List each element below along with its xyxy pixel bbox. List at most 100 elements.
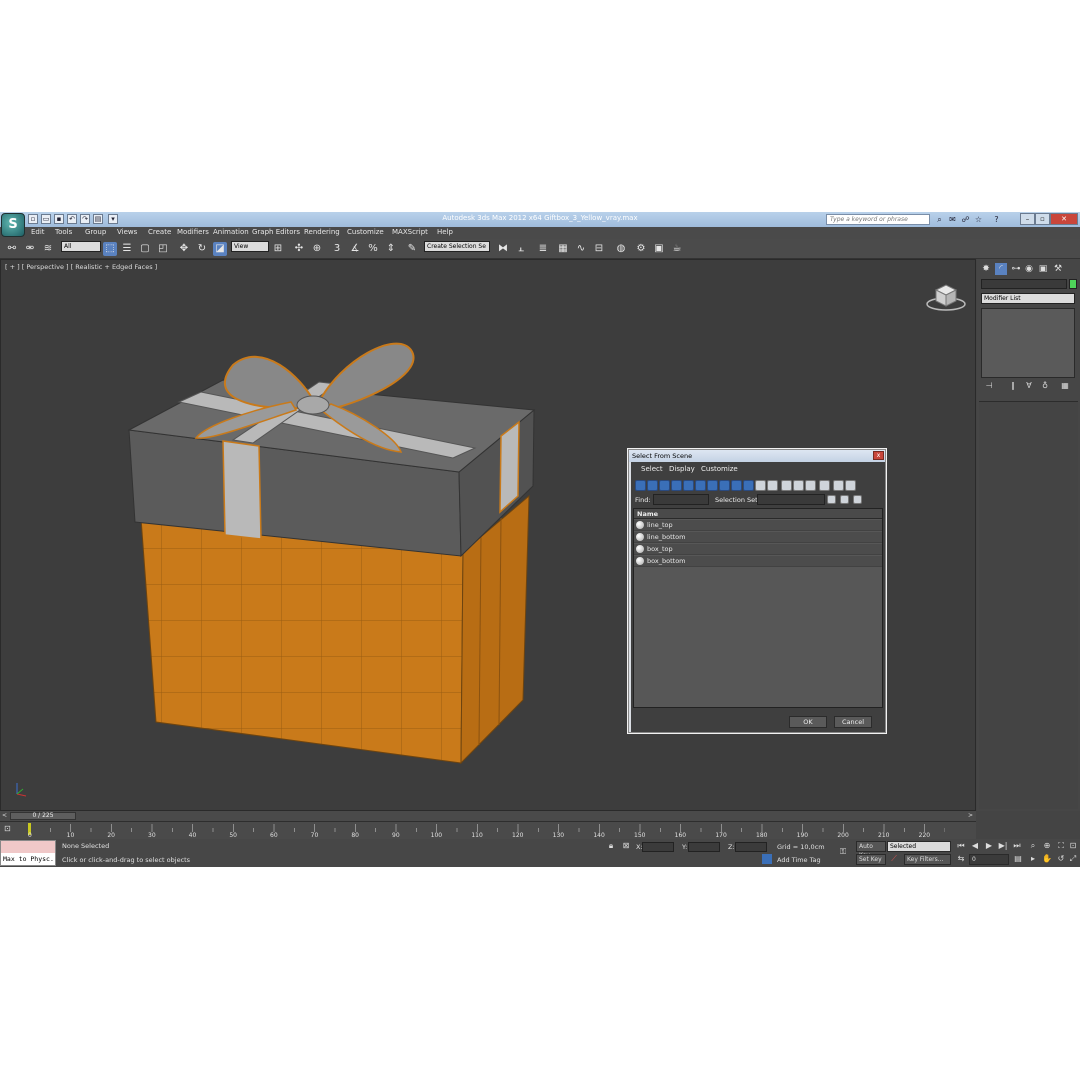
time-prev-icon[interactable]: <	[2, 812, 7, 819]
menu-maxscript[interactable]: MAXScript	[392, 228, 428, 236]
select-object-icon[interactable]: ⬚	[103, 242, 117, 256]
show-end-result-icon[interactable]: ∥	[1007, 381, 1019, 391]
pivot-center-icon[interactable]: ⊞	[271, 242, 285, 256]
go-to-start-icon[interactable]: ⏮	[956, 841, 966, 851]
list-item[interactable]: line_bottom	[634, 532, 882, 543]
track-bar[interactable]: ⊡ 0 10 20 30 40 50 60 70 80 90 100 110 120 130 140 150 1…	[0, 821, 976, 839]
dialog-menu-customize[interactable]: Customize	[701, 465, 738, 473]
render-production-icon[interactable]: ☕	[670, 242, 684, 256]
modifier-list-dropdown[interactable]: Modifier List	[981, 293, 1075, 304]
zoom-extents-icon[interactable]: ⛶	[1056, 841, 1066, 851]
create-selection-set-icon[interactable]	[827, 495, 836, 504]
remove-from-selection-set-icon[interactable]	[853, 495, 862, 504]
z-coordinate-field[interactable]	[735, 842, 767, 852]
keyboard-shortcut-override-icon[interactable]: ⊕	[310, 242, 324, 256]
set-key-mode-icon[interactable]: ⟋	[889, 854, 899, 864]
modify-tab-icon[interactable]: ◜	[995, 263, 1007, 275]
edit-named-selection-icon[interactable]: ✎	[405, 242, 419, 256]
create-tab-icon[interactable]: ✸	[980, 263, 992, 275]
named-selection-set-dropdown[interactable]: Create Selection Se	[424, 241, 490, 252]
display-space-warps-icon[interactable]	[695, 480, 706, 491]
angle-snap-icon[interactable]: ∡	[348, 242, 362, 256]
curve-editor-mini-icon[interactable]: ⊡	[4, 824, 11, 833]
add-to-selection-set-icon[interactable]	[840, 495, 849, 504]
menu-create[interactable]: Create	[148, 228, 171, 236]
dialog-close-button[interactable]: x	[873, 451, 884, 460]
object-color-swatch[interactable]	[1069, 279, 1077, 289]
add-time-tag[interactable]: Add Time Tag	[777, 856, 821, 864]
graphite-toggle-icon[interactable]: ▦	[556, 242, 570, 256]
snaps-toggle-icon[interactable]: 3	[330, 242, 344, 256]
time-slider[interactable]: < 0 / 225 >	[0, 811, 976, 821]
dialog-title[interactable]: Select From Scene	[629, 450, 885, 462]
configure-modifier-sets-icon[interactable]: ▦	[1059, 381, 1071, 391]
zoom-all-icon[interactable]: ⊕	[1042, 841, 1052, 851]
align-icon[interactable]: ⫠	[514, 242, 528, 256]
link-icon[interactable]: ⚯	[5, 242, 19, 256]
display-xrefs-icon[interactable]	[719, 480, 730, 491]
dialog-menu-select[interactable]: Select	[641, 465, 663, 473]
menu-customize[interactable]: Customize	[347, 228, 384, 236]
hierarchy-tab-icon[interactable]: ⊶	[1010, 263, 1022, 275]
material-editor-icon[interactable]: ◍	[614, 242, 628, 256]
zoom-icon[interactable]: ⌕	[1028, 841, 1038, 851]
menu-rendering[interactable]: Rendering	[304, 228, 340, 236]
mirror-icon[interactable]: ⧓	[496, 242, 510, 256]
menu-animation[interactable]: Animation	[213, 228, 249, 236]
display-lights-icon[interactable]	[659, 480, 670, 491]
close-button[interactable]: ✕	[1050, 213, 1078, 225]
remove-modifier-icon[interactable]: ♁	[1039, 381, 1051, 391]
pin-stack-icon[interactable]: ⊣	[983, 381, 995, 391]
menu-group[interactable]: Group	[85, 228, 106, 236]
make-unique-icon[interactable]: ∀	[1023, 381, 1035, 391]
menu-tools[interactable]: Tools	[55, 228, 72, 236]
scene-object-list[interactable]: Name line_top line_bottom box_top box_bo…	[633, 508, 883, 708]
motion-tab-icon[interactable]: ◉	[1023, 263, 1035, 275]
maxscript-listener[interactable]: Max to Physc.	[0, 840, 56, 866]
select-by-name-icon[interactable]: ☰	[120, 242, 134, 256]
display-shapes-icon[interactable]	[647, 480, 658, 491]
maximize-button[interactable]: ▫	[1035, 213, 1050, 225]
menu-graph-editors[interactable]: Graph Editors	[252, 228, 300, 236]
menu-help[interactable]: Help	[437, 228, 453, 236]
window-crossing-icon[interactable]: ◰	[156, 242, 170, 256]
select-invert-icon[interactable]	[805, 480, 816, 491]
time-tag-icon[interactable]	[762, 854, 772, 864]
list-item[interactable]: line_top	[634, 520, 882, 531]
bind-space-warp-icon[interactable]: ≋	[41, 242, 55, 256]
play-icon[interactable]: ▶	[984, 841, 994, 851]
display-all-icon[interactable]	[755, 480, 766, 491]
display-containers-icon[interactable]	[743, 480, 754, 491]
unlink-icon[interactable]: ⚮	[23, 242, 37, 256]
zoom-extents-all-icon[interactable]: ⊡	[1068, 841, 1078, 851]
schematic-view-icon[interactable]: ⊟	[592, 242, 606, 256]
perspective-viewport[interactable]: [ + ] [ Perspective ] [ Realistic + Edge…	[0, 259, 976, 811]
search-icon[interactable]: ⌕	[934, 214, 945, 225]
rendered-frame-window-icon[interactable]: ▣	[652, 242, 666, 256]
time-configuration-icon[interactable]: ▤	[1013, 854, 1023, 864]
application-button[interactable]: S	[1, 213, 25, 237]
help-icon[interactable]: ?	[991, 214, 1002, 225]
percent-snap-icon[interactable]: %	[366, 242, 380, 256]
key-mode-dropdown[interactable]: Selected	[887, 841, 951, 852]
maxscript-input[interactable]: Max to Physc.	[3, 855, 54, 863]
spinner-snap-icon[interactable]: ⇕	[384, 242, 398, 256]
set-key-button[interactable]: Set Key	[856, 854, 886, 865]
list-item[interactable]: box_top	[634, 544, 882, 555]
utilities-tab-icon[interactable]: ⚒	[1052, 263, 1064, 275]
dialog-menu-display[interactable]: Display	[669, 465, 695, 473]
lock-selection-icon[interactable]: 🔒︎	[606, 841, 616, 851]
menu-edit[interactable]: Edit	[31, 228, 45, 236]
sync-selection-icon[interactable]	[845, 480, 856, 491]
find-input[interactable]	[653, 494, 709, 505]
display-cameras-icon[interactable]	[671, 480, 682, 491]
display-none-icon[interactable]	[767, 480, 778, 491]
orbit-icon[interactable]: ↺	[1056, 854, 1066, 864]
next-frame-icon[interactable]: ▶|	[998, 841, 1008, 851]
ok-button[interactable]: OK	[789, 716, 827, 728]
select-and-move-icon[interactable]: ✥	[177, 242, 191, 256]
render-setup-icon[interactable]: ⚙	[634, 242, 648, 256]
favorites-icon[interactable]: ☆	[973, 214, 984, 225]
key-filters-button[interactable]: Key Filters...	[904, 854, 951, 865]
time-next-icon[interactable]: >	[968, 812, 973, 819]
